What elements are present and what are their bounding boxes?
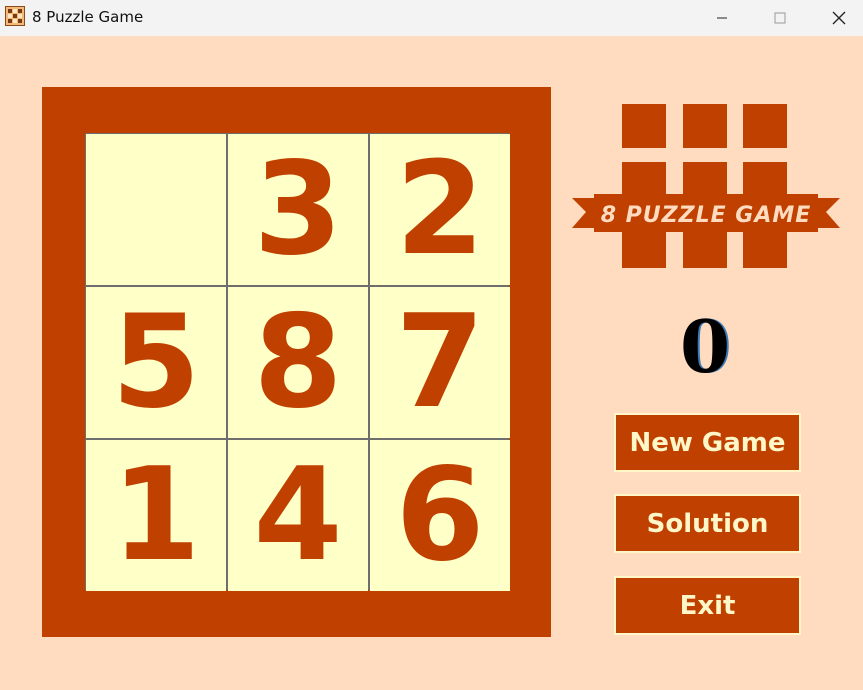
- tile[interactable]: 4: [228, 440, 368, 591]
- game-area: 3 2 5 8 7 1 4 6 8 PUZZLE GAME 0 New Game…: [0, 36, 863, 690]
- tile[interactable]: 1: [86, 440, 226, 591]
- title-bar: 8 Puzzle Game: [0, 0, 863, 36]
- puzzle-grid-icon: [5, 6, 25, 26]
- solution-button[interactable]: Solution: [614, 494, 801, 553]
- new-game-button[interactable]: New Game: [614, 413, 801, 472]
- tile[interactable]: 2: [370, 134, 510, 285]
- window-title: 8 Puzzle Game: [32, 8, 144, 26]
- move-counter: 0: [679, 304, 731, 389]
- tile[interactable]: 5: [86, 287, 226, 438]
- tile-empty: [86, 134, 226, 285]
- tile[interactable]: 3: [228, 134, 368, 285]
- maximize-button[interactable]: [751, 0, 809, 36]
- game-logo: 8 PUZZLE GAME: [572, 104, 840, 268]
- logo-text: 8 PUZZLE GAME: [601, 203, 812, 228]
- close-button[interactable]: [810, 0, 863, 36]
- tile-grid: 3 2 5 8 7 1 4 6: [85, 133, 510, 591]
- puzzle-board: 3 2 5 8 7 1 4 6: [42, 87, 551, 637]
- exit-button[interactable]: Exit: [614, 576, 801, 635]
- tile[interactable]: 8: [228, 287, 368, 438]
- close-icon: [832, 11, 846, 25]
- tile[interactable]: 7: [370, 287, 510, 438]
- tile[interactable]: 6: [370, 440, 510, 591]
- maximize-icon: [774, 12, 786, 24]
- minimize-button[interactable]: [693, 0, 751, 36]
- minimize-icon: [717, 17, 727, 19]
